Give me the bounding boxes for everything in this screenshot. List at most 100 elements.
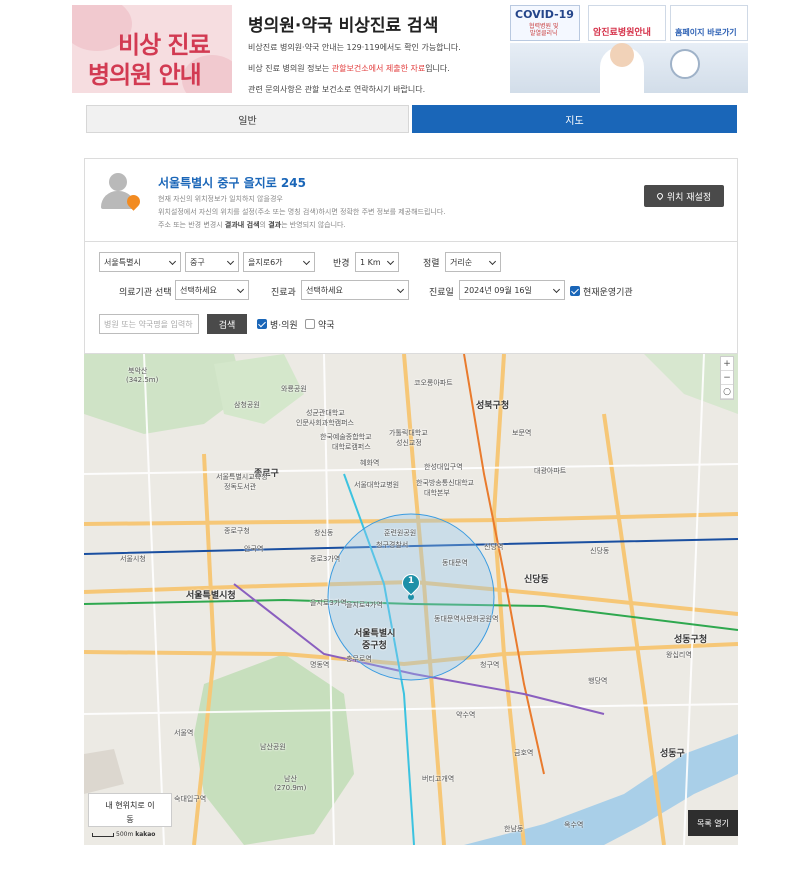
map-place-label: 남산 <box>284 775 297 783</box>
tab-map[interactable]: 지도 <box>412 105 737 133</box>
header-banner: 비상 진료 병의원 안내 병의원·약국 비상진료 검색 비상진료 병의원·약국 … <box>72 5 748 94</box>
map-place-label: 행당역 <box>588 677 608 685</box>
logo-line2: 병의원 안내 <box>88 61 202 89</box>
map-place-label: 한국예술종합학교 <box>320 433 372 441</box>
map-place-label: 숙대입구역 <box>174 795 207 803</box>
map-place-label: 동대문역사문화공원역 <box>434 615 499 623</box>
radius-label: 반경 <box>333 259 350 269</box>
map-place-label: 가톨릭대학교 <box>389 429 428 437</box>
map-place-label: 서울시청 <box>120 555 146 563</box>
covid-link[interactable]: COVID-19 협력병원 및 발열클리닉 <box>510 5 580 41</box>
reset-location-button[interactable]: 위치 재설정 <box>644 185 724 207</box>
map-place-label: 중구청 <box>362 641 387 651</box>
map-place-label: 대학로캠퍼스 <box>332 443 371 451</box>
map-place-label: 명동역 <box>310 661 330 669</box>
banner-info-line3: 관련 문의사항은 관할 보건소로 연락하시기 바랍니다. <box>248 85 426 94</box>
facility-type-label: 의료기관 선택 <box>119 288 172 298</box>
location-panel: 서울특별시 중구 을지로 245 현재 자신의 위치정보가 일치하지 않을경우 … <box>84 158 738 242</box>
map-place-label: 종로구청 <box>224 527 250 535</box>
map-place-label: 한국방송통신대학교 <box>416 479 474 487</box>
radius-select[interactable]: 1 Km <box>355 252 399 272</box>
hospital-label: 병·의원 <box>270 321 298 331</box>
map-place-label: 서울특별시청 <box>186 591 236 601</box>
map-place-label: 한성대입구역 <box>424 463 463 471</box>
map-place-label: 신당역 <box>484 543 504 551</box>
hospital-marker[interactable]: 1 <box>398 570 424 596</box>
sido-select[interactable]: 서울특별시 <box>99 252 181 272</box>
map-place-label: 신당동 <box>590 547 610 555</box>
dong-select[interactable]: 을지로6가 <box>243 252 315 272</box>
date-select[interactable]: 2024년 09월 16일 <box>459 280 565 300</box>
map-place-label: (342.5m) <box>126 376 159 384</box>
open-now-label: 현재운영기관 <box>583 288 633 298</box>
map-place-label: 정독도서관 <box>224 483 257 491</box>
map-place-label: 신당동 <box>524 575 549 585</box>
map-place-label: 성북구청 <box>476 401 510 411</box>
map-scale: 500m kakao <box>90 831 155 838</box>
hospital-checkbox[interactable] <box>257 319 267 329</box>
location-desc-3: 주소 또는 반경 변경시 결과내 검색의 결과는 반영되지 않습니다. <box>158 221 346 229</box>
open-now-checkbox[interactable] <box>570 286 580 296</box>
map-view[interactable]: 북악산 (342.5m) 와룡공원 코오롱아파트 성북구청 삼청공원 성균관대학교 인문사회과… <box>84 354 738 845</box>
roadview-icon[interactable]: ○ <box>721 385 733 399</box>
map-place-label: 청구역 <box>480 661 500 669</box>
pharmacy-label: 약국 <box>318 321 335 331</box>
tab-general[interactable]: 일반 <box>86 105 409 133</box>
map-place-label: 북악산 <box>128 367 148 375</box>
map-place-label: 성균관대학교 <box>306 409 345 417</box>
map-place-label: 을지로4가역 <box>346 601 383 609</box>
map-place-label: 금호역 <box>514 749 534 757</box>
pin-icon <box>655 191 665 201</box>
map-place-label: 성동구청 <box>674 635 708 645</box>
facility-type-select[interactable]: 선택하세요 <box>175 280 249 300</box>
map-place-label: 충무로역 <box>346 655 372 663</box>
map-place-label: 훈련원공원 <box>384 529 417 537</box>
map-place-label: 서울대학교병원 <box>354 481 400 489</box>
sigungu-select[interactable]: 중구 <box>185 252 239 272</box>
map-place-label: 서울역 <box>174 729 194 737</box>
doctor-illustration <box>510 43 748 93</box>
map-place-label: 한남동 <box>504 825 524 833</box>
map-place-label: 코오롱아파트 <box>414 379 453 387</box>
search-button[interactable]: 검색 <box>207 314 247 334</box>
emergency-care-logo: 비상 진료 병의원 안내 <box>72 5 232 93</box>
map-place-label: 대학본부 <box>424 489 450 497</box>
map-place-label: 혜화역 <box>360 459 380 467</box>
map-zoom-control[interactable]: + − ○ <box>720 356 734 400</box>
department-select[interactable]: 선택하세요 <box>301 280 409 300</box>
homepage-link[interactable]: 홈페이지 바로가기 <box>670 5 748 41</box>
user-location-icon <box>99 171 143 213</box>
cancer-hospital-link[interactable]: 암진료병원안내 <box>588 5 666 41</box>
map-place-label: 보문역 <box>512 429 532 437</box>
map-place-label: (270.9m) <box>274 784 307 792</box>
zoom-out-button[interactable]: − <box>721 371 733 385</box>
search-filters: 서울특별시 중구 을지로6가 반경 1 Km 정렬 거리순 의료기관 선택 선택… <box>84 242 738 354</box>
map-place-label: 을지로3가역 <box>310 599 347 607</box>
map-place-label: 서울특별시교육청 <box>216 473 268 481</box>
search-input[interactable] <box>99 314 199 334</box>
location-desc-2: 위치설정에서 자신의 위치를 설정(주소 또는 명칭 검색)하시면 정확한 주변… <box>158 208 446 216</box>
map-place-label: 인문사회과학캠퍼스 <box>296 419 354 427</box>
map-place-label: 청구경찰서 <box>376 541 409 549</box>
banner-info-line1: 비상진료 병의원·약국 안내는 129·119에서도 확인 가능합니다. <box>248 43 461 52</box>
open-list-button[interactable]: 목록 열기 <box>688 810 738 836</box>
page-title: 병의원·약국 비상진료 검색 <box>248 16 439 36</box>
current-address: 서울특별시 중구 을지로 245 <box>158 176 306 190</box>
map-place-label: 대광아파트 <box>534 467 567 475</box>
location-desc-1: 현재 자신의 위치정보가 일치하지 않을경우 <box>158 195 283 203</box>
sort-select[interactable]: 거리순 <box>445 252 501 272</box>
pharmacy-checkbox[interactable] <box>305 319 315 329</box>
sort-label: 정렬 <box>423 259 440 269</box>
map-place-label: 성동구 <box>660 749 685 759</box>
map-place-label: 와룡공원 <box>281 385 307 393</box>
map-place-label: 약수역 <box>456 711 476 719</box>
my-location-button[interactable]: 내 현위치로 이동 <box>88 793 172 827</box>
map-place-label: 창신동 <box>314 529 334 537</box>
map-place-label: 종로3가역 <box>310 555 341 563</box>
date-label: 진료일 <box>429 288 454 298</box>
zoom-in-button[interactable]: + <box>721 357 733 371</box>
map-place-label: 안국역 <box>244 545 264 553</box>
map-place-label: 성신교정 <box>396 439 422 447</box>
map-place-label: 남산공원 <box>260 743 286 751</box>
map-place-label: 버티고개역 <box>422 775 455 783</box>
